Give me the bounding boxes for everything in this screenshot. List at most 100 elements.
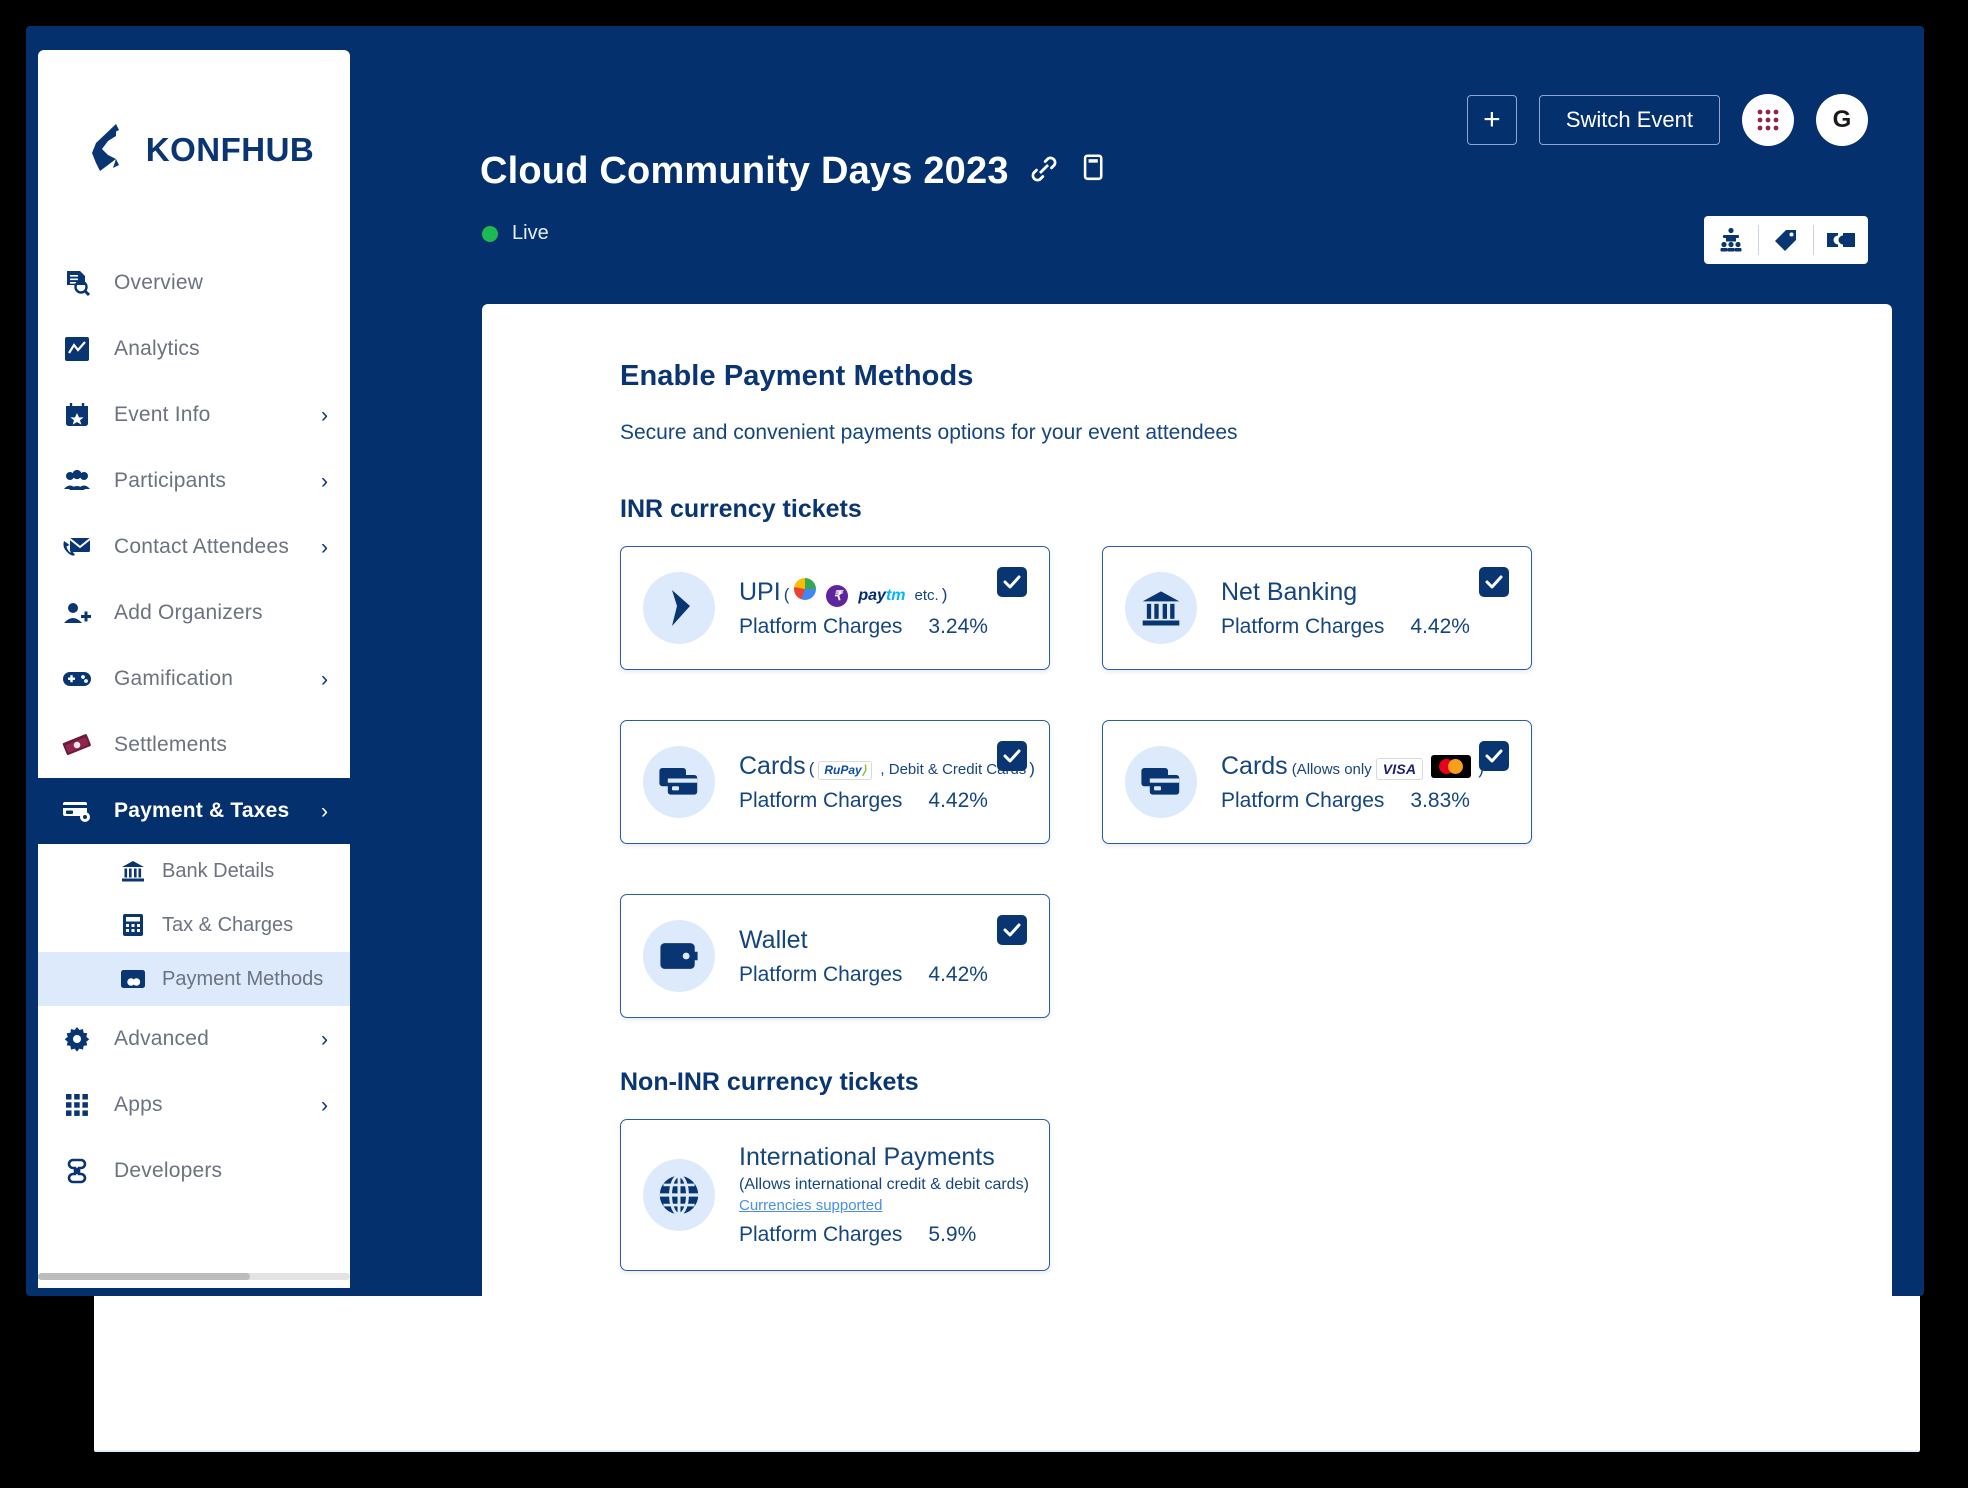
sidebar-scrollbar-thumb[interactable] bbox=[38, 1273, 250, 1280]
page-title: Cloud Community Days 2023 bbox=[480, 150, 1009, 192]
upi-arrow-icon bbox=[643, 572, 715, 644]
card-gear-icon bbox=[62, 796, 92, 826]
paren-close: ) bbox=[1029, 758, 1035, 778]
add-event-button[interactable]: + bbox=[1466, 95, 1517, 145]
sidebar-subitem-label: Tax & Charges bbox=[162, 913, 294, 936]
payment-card-cards-visa-mastercard[interactable]: Cards (Allows only VISA ) Platform Charg… bbox=[1102, 720, 1532, 844]
gpay-logo-icon bbox=[794, 577, 817, 600]
sidebar-item-apps[interactable]: Apps › bbox=[38, 1072, 350, 1138]
platform-charges-label: Platform Charges bbox=[739, 1223, 903, 1246]
sidebar-subitem-label: Bank Details bbox=[162, 859, 275, 882]
paren-open: (Allows only bbox=[1291, 760, 1372, 778]
view-toggle-ticket[interactable] bbox=[1814, 216, 1868, 264]
section-heading-inr: INR currency tickets bbox=[620, 495, 862, 523]
sidebar-item-label: Gamification bbox=[114, 667, 234, 690]
checkbox-cards-visa-mastercard[interactable] bbox=[1479, 741, 1509, 771]
grid-icon bbox=[62, 1090, 92, 1120]
copy-icon[interactable] bbox=[1079, 154, 1105, 189]
chevron-right-icon: › bbox=[321, 799, 328, 823]
platform-charges-label: Platform Charges bbox=[739, 788, 903, 812]
globe-icon bbox=[643, 1159, 715, 1231]
bank-icon bbox=[120, 858, 146, 884]
platform-charges-value: 3.83% bbox=[1410, 788, 1470, 812]
sidebar-subitem-tax-and-charges[interactable]: Tax & Charges bbox=[38, 898, 350, 952]
paren-open: ( bbox=[808, 758, 815, 778]
sidebar-item-developers[interactable]: Developers bbox=[38, 1138, 350, 1204]
payment-card-title: UPI bbox=[739, 577, 781, 606]
developers-icon bbox=[62, 1156, 92, 1186]
add-person-icon bbox=[62, 598, 92, 628]
sidebar-item-settlements[interactable]: Settlements bbox=[38, 712, 350, 778]
platform-charges-value: 4.42% bbox=[1410, 614, 1470, 638]
rupay-logo-icon: RuPay ⟩ bbox=[818, 760, 873, 780]
content-panel: Enable Payment Methods Secure and conven… bbox=[482, 304, 1892, 1296]
apps-grid-icon[interactable] bbox=[1742, 94, 1794, 146]
sidebar-item-payment-and-taxes[interactable]: Payment & Taxes › bbox=[38, 778, 350, 844]
platform-charges-label: Platform Charges bbox=[1221, 614, 1385, 638]
wallet-icon bbox=[643, 920, 715, 992]
link-icon[interactable] bbox=[1029, 154, 1059, 189]
sidebar-item-advanced[interactable]: Advanced › bbox=[38, 1006, 350, 1072]
switch-event-button[interactable]: Switch Event bbox=[1538, 95, 1720, 145]
checkbox-wallet[interactable] bbox=[997, 915, 1027, 945]
sidebar-subitem-payment-methods[interactable]: Payment Methods bbox=[38, 952, 350, 1006]
sidebar-scrollbar[interactable] bbox=[38, 1273, 350, 1280]
sidebar-item-overview[interactable]: Overview bbox=[38, 250, 350, 316]
overview-icon bbox=[62, 268, 92, 298]
app-window: KONFHUB Overview Analytics Event Info › … bbox=[26, 26, 1924, 1296]
checkbox-net-banking[interactable] bbox=[1479, 567, 1509, 597]
sidebar-item-analytics[interactable]: Analytics bbox=[38, 316, 350, 382]
gamepad-icon bbox=[62, 664, 92, 694]
header-actions: + Switch Event G bbox=[1466, 94, 1868, 146]
currencies-supported-link[interactable]: Currencies supported bbox=[739, 1197, 882, 1214]
chevron-right-icon: › bbox=[321, 469, 328, 493]
paren-open: ( bbox=[783, 584, 790, 604]
payment-card-wallet[interactable]: Wallet Platform Charges 4.42% bbox=[620, 894, 1050, 1018]
sidebar-item-event-info[interactable]: Event Info › bbox=[38, 382, 350, 448]
sidebar-item-contact-attendees[interactable]: Contact Attendees › bbox=[38, 514, 350, 580]
payment-card-upi[interactable]: UPI ( ₹ pay tm etc. ) Platform Charges 3.… bbox=[620, 546, 1050, 670]
payment-card-international-payments[interactable]: International Payments (Allows internati… bbox=[620, 1119, 1050, 1271]
phonepe-logo-icon: ₹ bbox=[826, 584, 849, 607]
sidebar-item-participants[interactable]: Participants › bbox=[38, 448, 350, 514]
calculator-icon bbox=[120, 912, 146, 938]
konfhub-logo-icon bbox=[86, 122, 132, 179]
view-toggle-tag[interactable] bbox=[1759, 216, 1813, 264]
paren-close: ) bbox=[941, 584, 948, 604]
avatar[interactable]: G bbox=[1816, 94, 1868, 146]
brand-logo[interactable]: KONFHUB bbox=[38, 50, 350, 250]
sidebar: KONFHUB Overview Analytics Event Info › … bbox=[38, 50, 350, 1288]
checkbox-upi[interactable] bbox=[997, 567, 1027, 597]
money-icon bbox=[62, 730, 92, 760]
event-title-row: Cloud Community Days 2023 bbox=[480, 150, 1105, 193]
paytm-logo-icon: pay tm bbox=[858, 586, 906, 604]
sidebar-item-add-organizers[interactable]: Add Organizers bbox=[38, 580, 350, 646]
sidebar-item-label: Add Organizers bbox=[114, 601, 263, 624]
platform-charges-value: 5.9% bbox=[928, 1223, 977, 1246]
sidebar-item-label: Contact Attendees bbox=[114, 535, 290, 558]
non-inr-card-grid: International Payments (Allows internati… bbox=[620, 1119, 1892, 1271]
section-heading-non-inr: Non-INR currency tickets bbox=[620, 1068, 919, 1096]
sidebar-item-label: Apps bbox=[114, 1093, 163, 1116]
app-header: Cloud Community Days 2023 Live + Switch … bbox=[350, 50, 1924, 302]
chevron-right-icon: › bbox=[321, 535, 328, 559]
status-badge: Live bbox=[512, 222, 549, 244]
cards-icon bbox=[643, 746, 715, 818]
brand-name: KONFHUB bbox=[145, 131, 315, 168]
checkbox-cards-rupay[interactable] bbox=[997, 741, 1027, 771]
status-dot-icon bbox=[482, 225, 498, 242]
view-toggle-audience[interactable] bbox=[1704, 216, 1758, 264]
people-icon bbox=[62, 466, 92, 496]
grid-spacer bbox=[1102, 1119, 1532, 1271]
cards-icon bbox=[1125, 746, 1197, 818]
payment-card-net-banking[interactable]: Net Banking Platform Charges 4.42% bbox=[1102, 546, 1532, 670]
payment-card-cards-rupay[interactable]: Cards ( RuPay ⟩ , Debit & Credit Cards ) … bbox=[620, 720, 1050, 844]
sidebar-subitem-label: Payment Methods bbox=[162, 967, 324, 990]
sidebar-item-gamification[interactable]: Gamification › bbox=[38, 646, 350, 712]
mastercard-logo-icon bbox=[1431, 754, 1472, 778]
sidebar-subitem-bank-details[interactable]: Bank Details bbox=[38, 844, 350, 898]
sidebar-item-label: Analytics bbox=[114, 337, 200, 360]
payment-card-icon bbox=[120, 966, 146, 992]
chevron-right-icon: › bbox=[321, 1093, 328, 1117]
bank-icon bbox=[1125, 572, 1197, 644]
